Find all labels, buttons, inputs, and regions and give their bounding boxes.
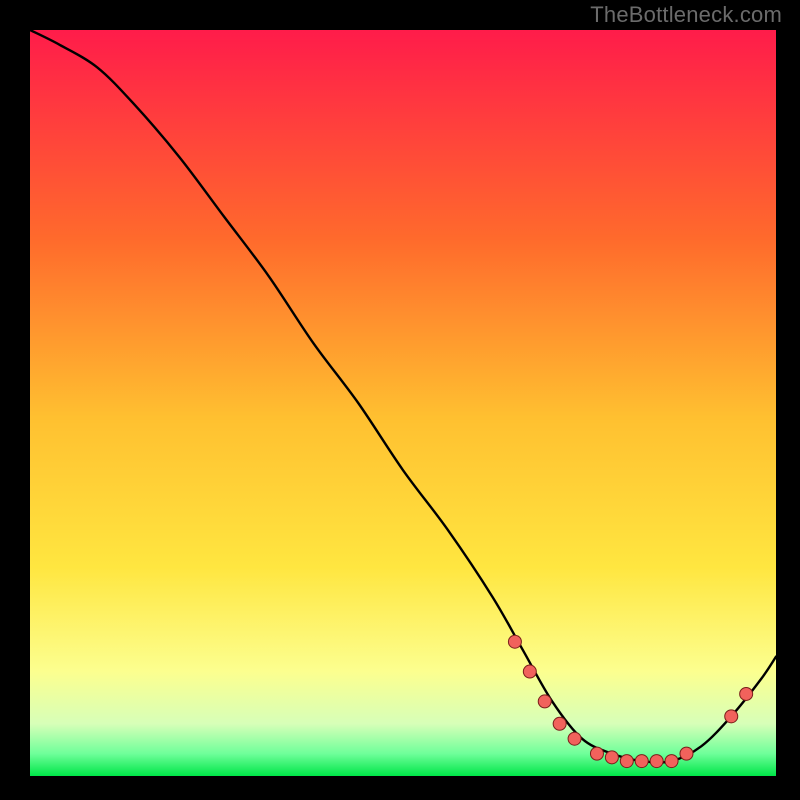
curve-marker: [590, 747, 603, 760]
curve-marker: [725, 710, 738, 723]
curve-marker: [538, 695, 551, 708]
curve-marker: [650, 755, 663, 768]
curve-marker: [665, 755, 678, 768]
curve-marker: [508, 635, 521, 648]
curve-marker: [605, 751, 618, 764]
curve-marker: [553, 717, 566, 730]
curve-marker: [635, 755, 648, 768]
curve-marker: [523, 665, 536, 678]
curve-marker: [620, 755, 633, 768]
curve-marker: [740, 687, 753, 700]
curve-marker: [680, 747, 693, 760]
curve-marker: [568, 732, 581, 745]
chart-canvas: [0, 0, 800, 800]
plot-background-gradient: [30, 30, 776, 776]
watermark-text: TheBottleneck.com: [590, 2, 782, 28]
